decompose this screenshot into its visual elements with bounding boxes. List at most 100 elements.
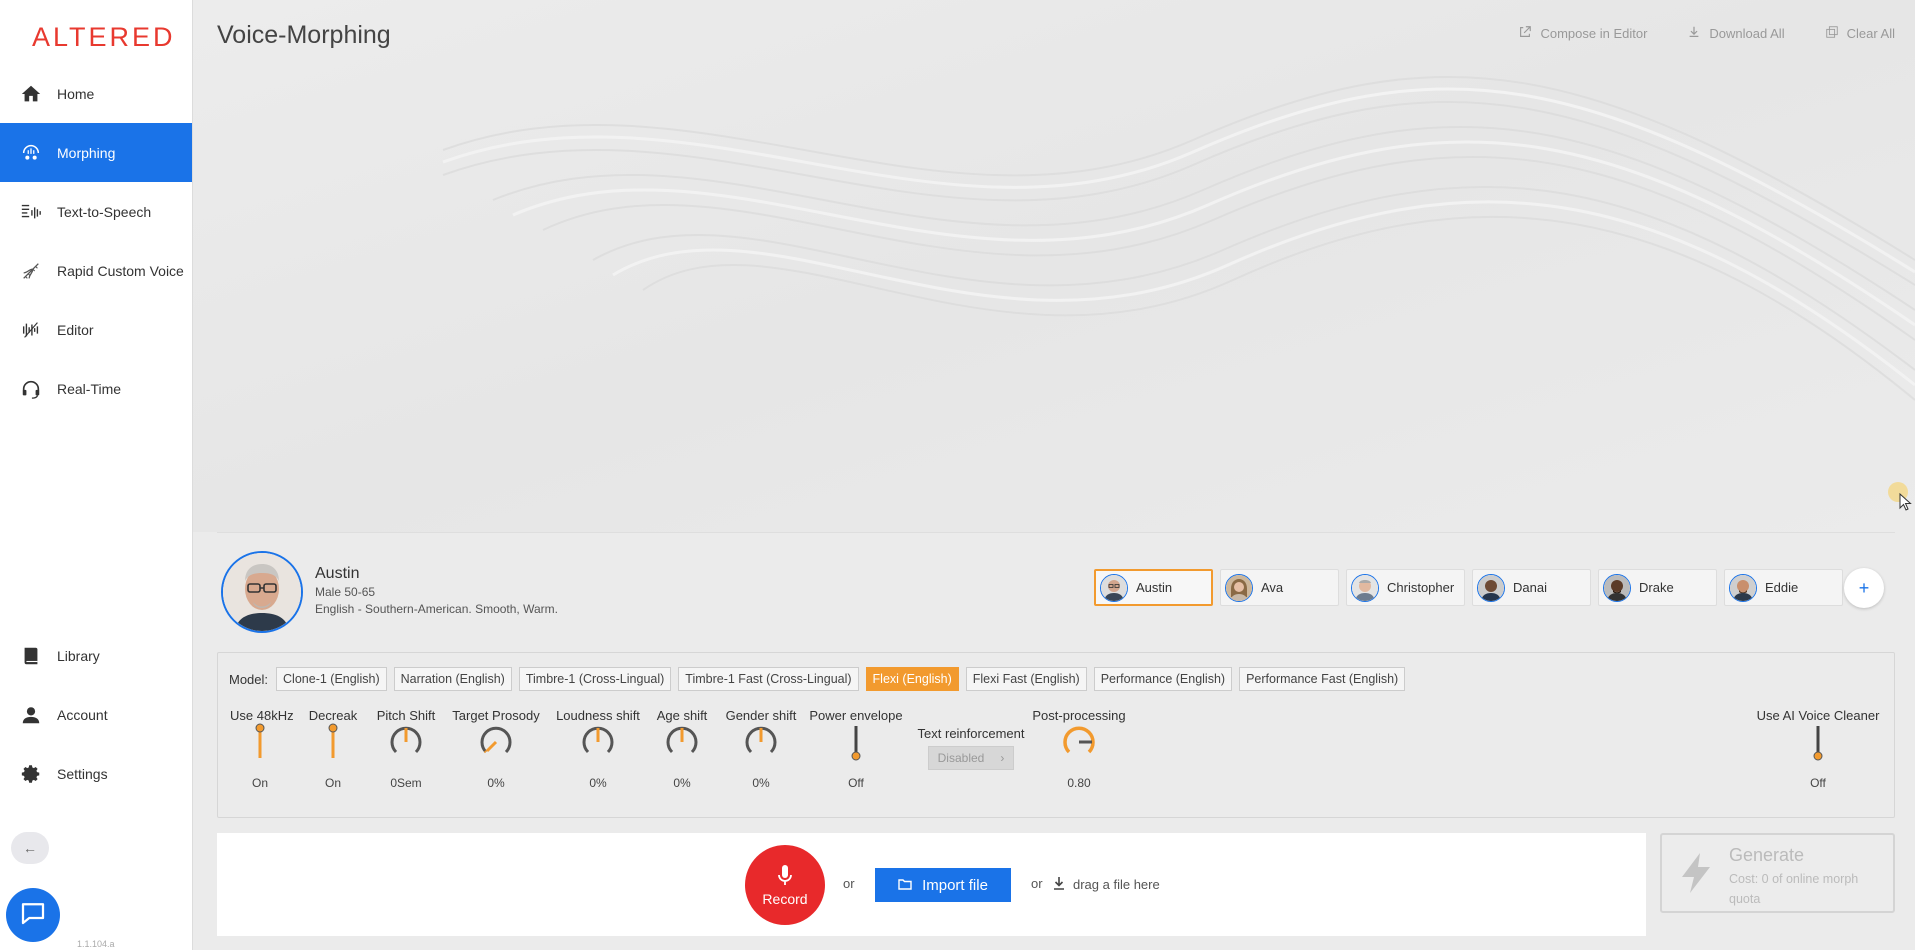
voice-chip-danai[interactable]: Danai (1472, 569, 1591, 606)
avatar (1603, 573, 1631, 602)
model-option[interactable]: Performance (English) (1093, 667, 1233, 691)
download-icon (1687, 25, 1701, 42)
sidebar-item-text-to-speech[interactable]: Text-to-Speech (0, 182, 192, 241)
sidebar-item-rapid-custom-voice[interactable]: Rapid Custom Voice (0, 241, 192, 300)
collapse-sidebar-button[interactable]: ← (11, 832, 49, 864)
age-shift-control: Age shift 0% (651, 708, 713, 790)
model-option[interactable]: Narration (English) (393, 667, 512, 691)
book-icon (19, 644, 43, 668)
import-file-label: Import file (922, 876, 988, 894)
age-shift-knob[interactable] (662, 722, 702, 767)
download-all-label: Download All (1709, 26, 1785, 41)
sidebar-item-label: Rapid Custom Voice (57, 262, 184, 279)
model-option[interactable]: Timbre-1 (Cross-Lingual) (518, 667, 672, 691)
control-label: Use 48kHz (230, 708, 294, 723)
control-label: Use AI Voice Cleaner (1756, 708, 1880, 723)
sidebar-item-real-time[interactable]: Real-Time (0, 359, 192, 418)
wave-background (193, 0, 1915, 532)
voice-selector: Austin Ava Christopher Danai Drake Eddie (1094, 569, 1843, 606)
compose-in-editor-button[interactable]: Compose in Editor (1518, 25, 1647, 42)
external-link-icon (1518, 25, 1532, 42)
add-voice-button[interactable]: + (1844, 568, 1884, 608)
ai-voice-cleaner-control: Use AI Voice Cleaner Off (1748, 708, 1888, 790)
model-option[interactable]: Performance Fast (English) (1239, 667, 1406, 691)
avatar (1100, 573, 1128, 602)
sidebar-item-settings[interactable]: Settings (0, 744, 192, 803)
generate-button[interactable]: Generate Cost: 0 of online morph quota (1660, 833, 1895, 913)
download-all-button[interactable]: Download All (1687, 25, 1785, 42)
compose-in-editor-label: Compose in Editor (1540, 26, 1648, 41)
use-48khz-toggle[interactable] (253, 722, 267, 767)
chevron-right-icon: › (1000, 751, 1005, 765)
sidebar-item-label: Account (57, 706, 108, 723)
ai-voice-cleaner-toggle[interactable] (1811, 722, 1825, 767)
avatar (1477, 573, 1505, 602)
sidebar-item-label: Home (57, 85, 95, 102)
sidebar-item-editor[interactable]: Editor (0, 300, 192, 359)
home-icon (19, 82, 43, 106)
control-value: 0% (752, 776, 770, 790)
voice-chip-ava[interactable]: Ava (1220, 569, 1339, 606)
model-option[interactable]: Timbre-1 Fast (Cross-Lingual) (678, 667, 859, 691)
target-prosody-control: Target Prosody 0% (451, 708, 541, 790)
chat-icon (18, 898, 48, 933)
voice-chip-austin[interactable]: Austin (1094, 569, 1213, 606)
model-option[interactable]: Flexi Fast (English) (965, 667, 1087, 691)
clear-all-button[interactable]: Clear All (1825, 25, 1895, 42)
sidebar-item-morphing[interactable]: Morphing (0, 123, 192, 182)
control-value: Off (848, 776, 864, 790)
sidebar-item-label: Real-Time (57, 380, 122, 397)
sidebar-item-library[interactable]: Library (0, 626, 192, 685)
use-48khz-control: Use 48kHz On (230, 708, 294, 790)
text-reinforcement-toggle[interactable]: Disabled › (928, 746, 1014, 770)
voice-meta: Male 50-65 (315, 585, 376, 599)
app-logo: ALTERED (32, 22, 176, 52)
chat-button[interactable] (6, 888, 60, 942)
voice-chip-label: Drake (1639, 580, 1674, 595)
editor-icon (19, 318, 43, 342)
headset-icon (19, 377, 43, 401)
decreak-toggle[interactable] (326, 722, 340, 767)
divider (217, 532, 1895, 533)
control-value: 0% (487, 776, 505, 790)
tts-icon (19, 200, 43, 224)
voice-description: English - Southern-American. Smooth, War… (315, 602, 558, 616)
control-label: Decreak (308, 708, 358, 723)
target-prosody-knob[interactable] (476, 722, 516, 767)
gender-shift-knob[interactable] (741, 722, 781, 767)
sidebar-item-account[interactable]: Account (0, 685, 192, 744)
pitch-shift-knob[interactable] (386, 722, 426, 767)
control-value: On (251, 776, 268, 790)
loudness-shift-control: Loudness shift 0% (553, 708, 643, 790)
text-reinforcement-value: Disabled (937, 751, 985, 765)
gear-icon (19, 762, 43, 786)
control-value: 0.80 (1067, 776, 1091, 790)
control-value: 0Sem (390, 776, 422, 790)
voice-chip-label: Ava (1261, 580, 1284, 595)
download-icon (1053, 876, 1065, 893)
voice-chip-christopher[interactable]: Christopher (1346, 569, 1465, 606)
power-envelope-toggle[interactable] (849, 722, 863, 767)
drop-zone[interactable]: drag a file here (1053, 876, 1160, 893)
voice-chip-drake[interactable]: Drake (1598, 569, 1717, 606)
avatar (1729, 573, 1757, 602)
sidebar-item-home[interactable]: Home (0, 64, 192, 123)
import-file-button[interactable]: Import file (875, 868, 1011, 902)
dna-icon (19, 259, 43, 283)
control-value: 0% (589, 776, 607, 790)
voice-chip-label: Christopher (1387, 580, 1455, 595)
text-reinforcement-control: Text reinforcement Disabled › (911, 726, 1031, 770)
model-option[interactable]: Clone-1 (English) (276, 667, 387, 691)
model-option-selected[interactable]: Flexi (English) (865, 667, 959, 691)
voice-chip-eddie[interactable]: Eddie (1724, 569, 1843, 606)
pitch-shift-control: Pitch Shift 0Sem (373, 708, 439, 790)
power-envelope-control: Power envelope Off (806, 708, 906, 790)
clear-icon (1825, 25, 1839, 42)
main-content: Voice-Morphing Compose in Editor Downloa… (193, 0, 1915, 950)
drag-label: drag a file here (1073, 877, 1160, 892)
or-text: or (1031, 876, 1043, 891)
record-button[interactable]: Record (745, 845, 825, 925)
post-processing-knob[interactable] (1059, 722, 1099, 767)
control-label: Text reinforcement (917, 726, 1025, 741)
loudness-shift-knob[interactable] (578, 722, 618, 767)
